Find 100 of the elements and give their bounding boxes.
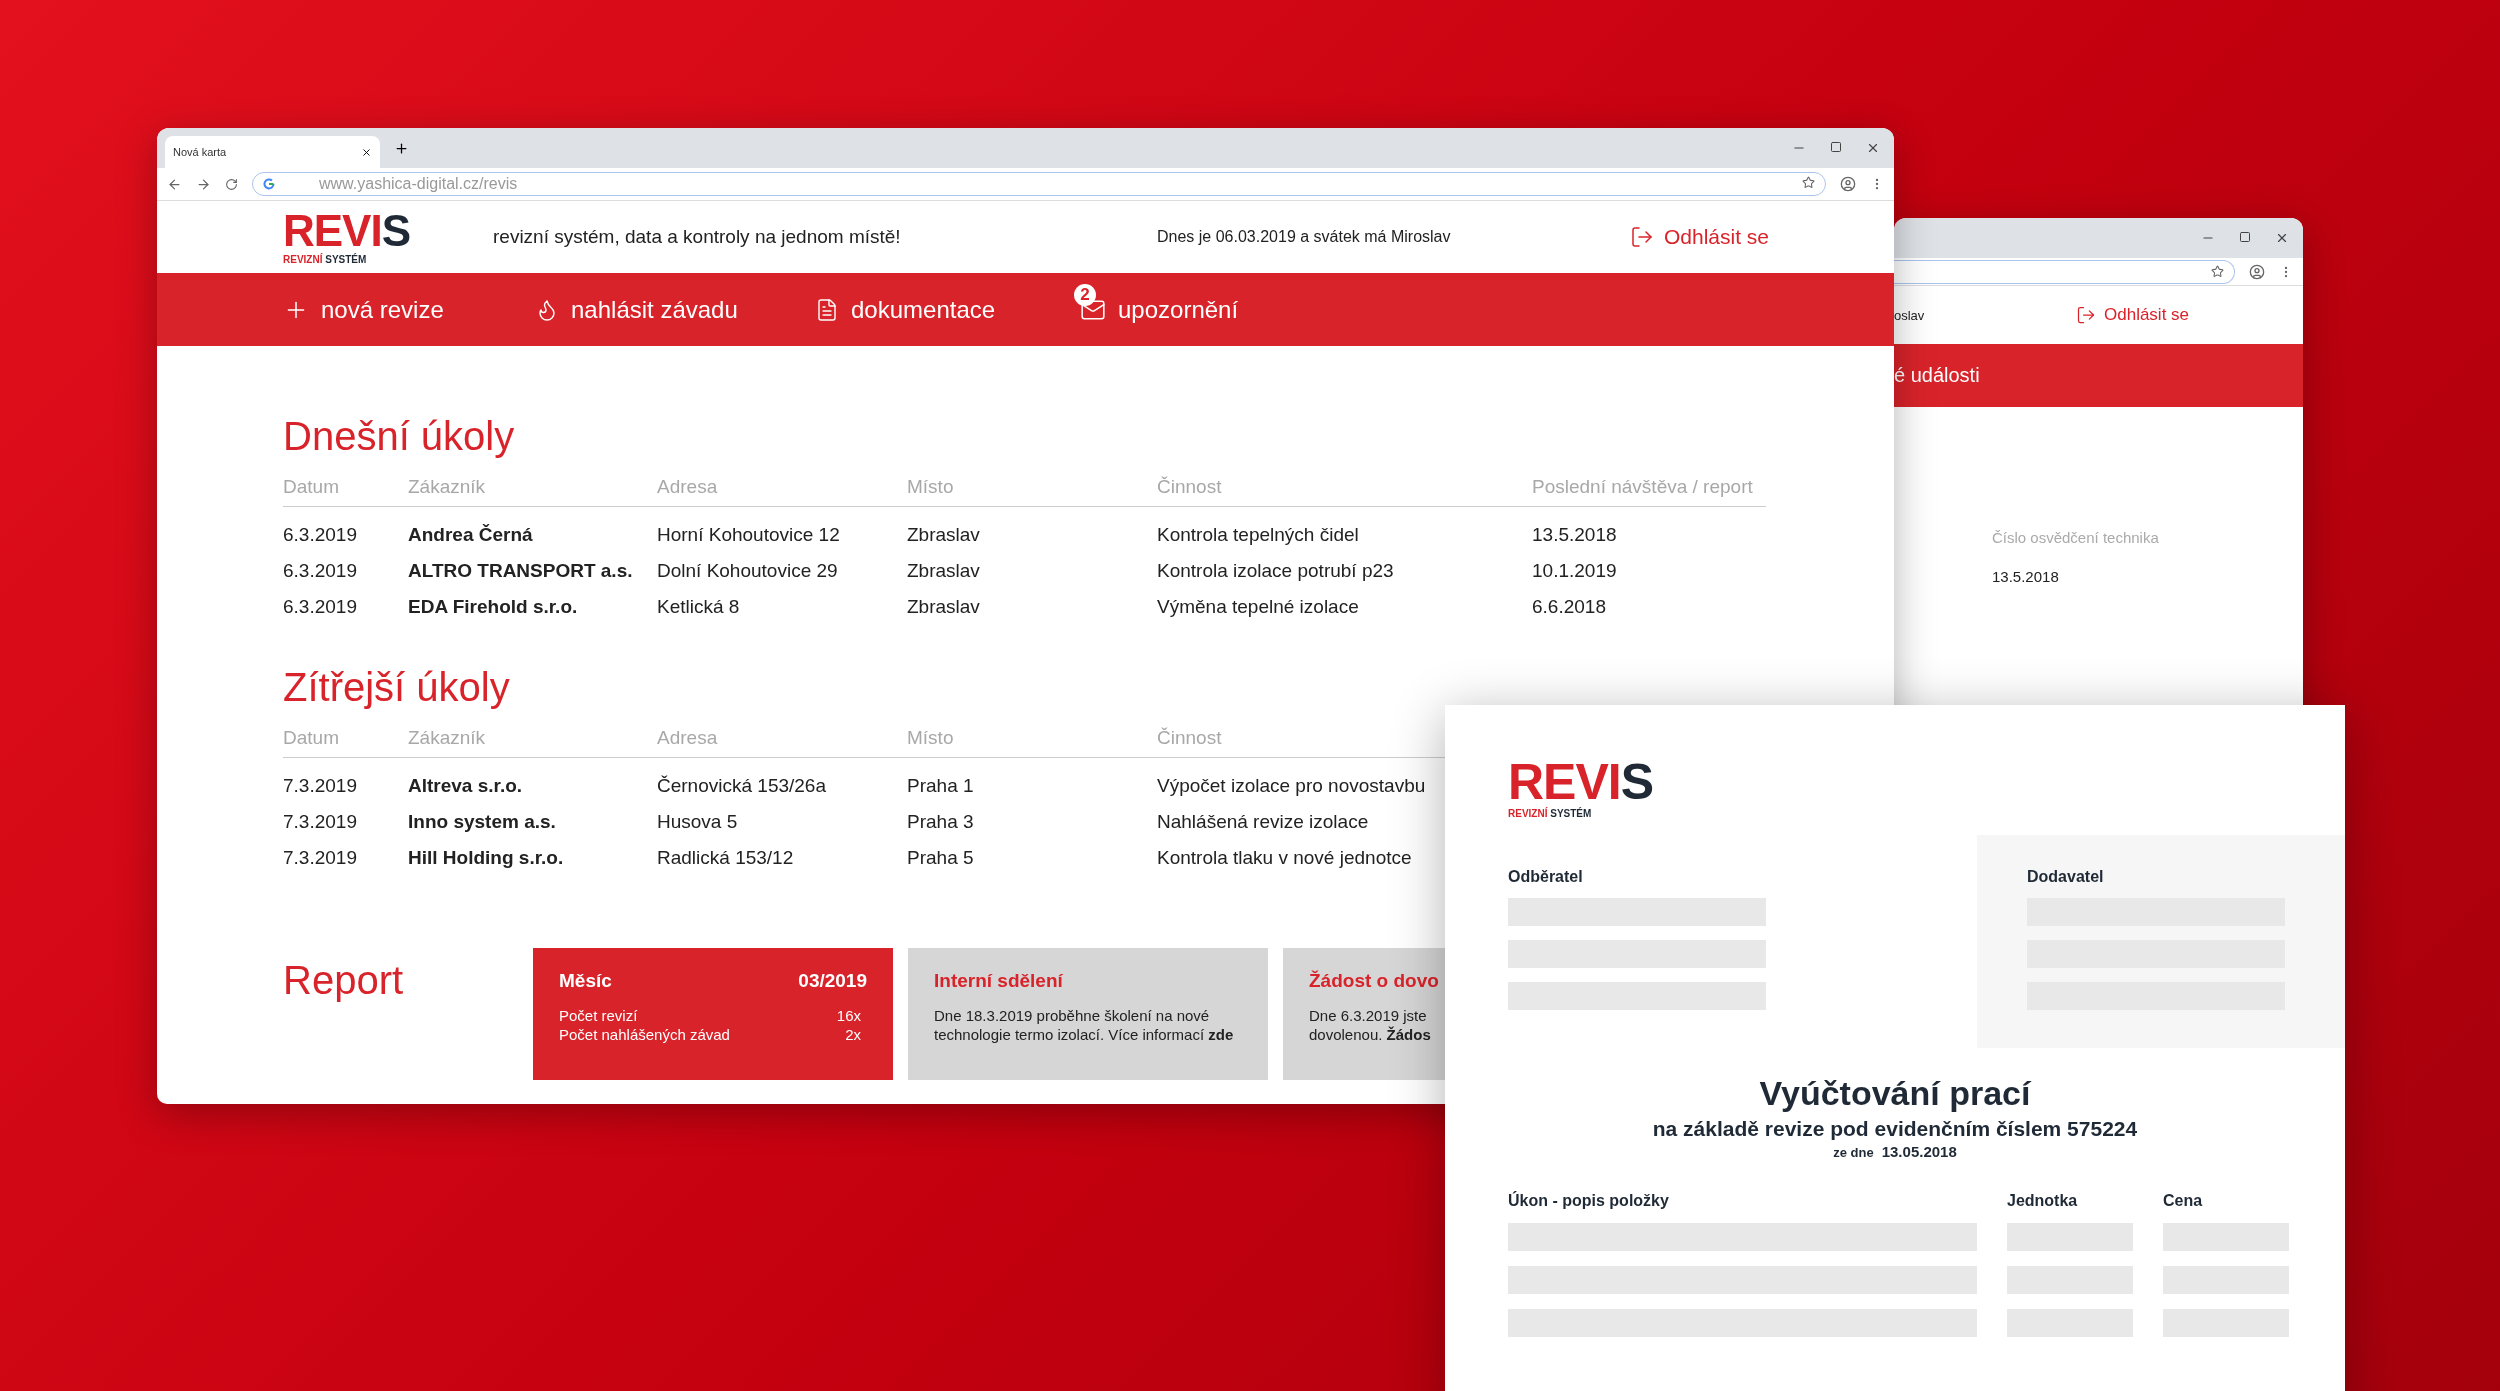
star-icon[interactable] (1802, 176, 1815, 189)
header-text: oslav (1894, 307, 1926, 323)
card-title: Žádost o dovo (1309, 970, 1439, 992)
column-header: Datum (283, 476, 339, 498)
date-label: ze dne (1833, 1145, 1874, 1160)
site-icon (263, 178, 275, 190)
card-title: Interní sdělení (934, 970, 1063, 992)
date-note: Dnes je 06.03.2019 a svátek má Miroslav (1157, 228, 1452, 246)
table-cell: 7.3.2019 (283, 775, 357, 797)
field-label: Číslo osvědčení technika (1992, 529, 2160, 546)
avatar-icon[interactable] (1840, 176, 1856, 192)
table-cell: Altreva s.r.o. (408, 775, 523, 797)
card-value: 03/2019 (798, 970, 867, 992)
table-cell: Výměna tepelné izolace (1157, 596, 1359, 618)
party-label: Dodavatel (2027, 868, 2105, 886)
new-tab-icon[interactable] (394, 140, 409, 156)
nav-item[interactable]: nová revize (283, 295, 444, 324)
card-title: Měsíc (559, 970, 612, 992)
table-cell: Praha 3 (907, 811, 974, 833)
document-title: Vyúčtování prací (1759, 1074, 2031, 1113)
table-cell: Husova 5 (657, 811, 738, 833)
party-label: Odběratel (1508, 868, 1584, 886)
column-header: Zákazník (408, 476, 486, 498)
table-cell: Kontrola tlaku v nové jednotce (1157, 847, 1412, 869)
maximize-icon[interactable] (1830, 141, 1842, 153)
nav-item[interactable]: é události (1894, 364, 1980, 387)
table-cell: Zbraslav (907, 596, 980, 618)
column-header: Adresa (657, 476, 718, 498)
browser-tab[interactable]: Nová karta (165, 136, 380, 168)
column-header: Úkon - popis položky (1508, 1192, 1670, 1210)
nav-item[interactable]: dokumentace (815, 295, 996, 324)
stat-label: Počet revizí (559, 1006, 638, 1025)
table-cell: Dolní Kohoutovice 29 (657, 560, 838, 582)
tagline: revizní systém, data a kontroly na jednom místě! (493, 226, 902, 248)
section-title: Dnešní úkoly (283, 413, 516, 460)
logout-link[interactable]: Odhlásit se (2076, 305, 2190, 325)
table-cell: Hill Holding s.r.o. (408, 847, 564, 869)
close-icon[interactable] (361, 146, 372, 158)
revis-logo: REVIS REVIZNÍ SYSTÉM (1508, 757, 1655, 819)
document-date: 13.05.2018 (1881, 1143, 1957, 1160)
section-title: Report (283, 957, 405, 1003)
notification-badge: 2 (1074, 283, 1096, 306)
stat-label: Počet nahlášených závad (559, 1025, 730, 1044)
table-cell: Zbraslav (907, 524, 980, 546)
field-value: 13.5.2018 (1992, 568, 2060, 585)
table-cell: Kontrola izolace potrubí p23 (1157, 560, 1394, 582)
stat-value: 2x (845, 1025, 861, 1044)
logout-icon (2076, 305, 2096, 325)
document-subtitle: na základě revize pod evidenčním číslem 575224 (1652, 1117, 2138, 1141)
table-cell: 6.3.2019 (283, 560, 357, 582)
table-cell: Inno system a.s. (408, 811, 556, 833)
logout-icon (1630, 225, 1654, 249)
table-cell: Radlická 153/12 (657, 847, 794, 869)
table-cell: ALTRO TRANSPORT a.s. (408, 560, 633, 582)
forward-icon[interactable] (196, 176, 211, 192)
back-icon[interactable] (167, 176, 182, 192)
table-cell: EDA Firehold s.r.o. (408, 596, 578, 618)
table-cell: Nahlášená revize izolace (1157, 811, 1369, 833)
section-title: Zítřejší úkoly (283, 664, 511, 711)
table-cell: 7.3.2019 (283, 811, 357, 833)
logout-link[interactable]: Odhlásit se (1630, 225, 1770, 249)
card-text: Dne 18.3.2019 proběhne školení na nové (934, 1006, 1211, 1025)
column-header: Poslední návštěva / report (1532, 476, 1753, 498)
table-cell: 13.5.2018 (1532, 524, 1617, 546)
column-header: Datum (283, 727, 339, 749)
column-header: Zákazník (408, 727, 486, 749)
table-cell: 6.3.2019 (283, 596, 357, 618)
card-text: dovolenou. Žádos (1309, 1025, 1432, 1044)
table-cell: 7.3.2019 (283, 847, 357, 869)
document-icon (815, 297, 839, 322)
table-cell: Výpočet izolace pro novostavbu (1157, 775, 1426, 797)
card-text: Dne 6.3.2019 jste (1309, 1006, 1428, 1025)
avatar-icon[interactable] (2249, 263, 2265, 280)
column-header: Místo (907, 727, 954, 749)
stat-value: 16x (836, 1006, 861, 1025)
column-header: Jednotka (2007, 1192, 2079, 1210)
table-cell: Andrea Černá (408, 524, 533, 546)
table-cell: Praha 1 (907, 775, 974, 797)
card-text: technologie termo izolací. Více informací zde (934, 1025, 1235, 1044)
table-cell: Praha 5 (907, 847, 974, 869)
table-cell: Kontrola tepelných čidel (1157, 524, 1359, 546)
table-cell: Zbraslav (907, 560, 980, 582)
table-cell: Černovická 153/26a (657, 775, 826, 797)
table-cell: 6.6.2018 (1532, 596, 1606, 618)
table-cell: 10.1.2019 (1532, 560, 1617, 582)
revis-logo: REVIS REVIZNÍ SYSTÉM (283, 209, 412, 265)
table-cell: 6.3.2019 (283, 524, 357, 546)
nav-item[interactable]: nahlásit závadu (535, 295, 738, 324)
table-cell: Horní Kohoutovice 12 (657, 524, 840, 546)
column-header: Cena (2163, 1192, 2204, 1210)
column-header: Činnost (1157, 476, 1222, 498)
column-header: Činnost (1157, 727, 1222, 749)
maximize-icon[interactable] (2239, 231, 2251, 243)
star-icon[interactable] (2211, 265, 2224, 278)
table-cell: Ketlická 8 (657, 596, 740, 618)
column-header: Adresa (657, 727, 718, 749)
close-icon[interactable] (2275, 231, 2289, 245)
reload-icon[interactable] (225, 177, 238, 191)
column-header: Místo (907, 476, 954, 498)
close-icon[interactable] (1866, 141, 1880, 155)
